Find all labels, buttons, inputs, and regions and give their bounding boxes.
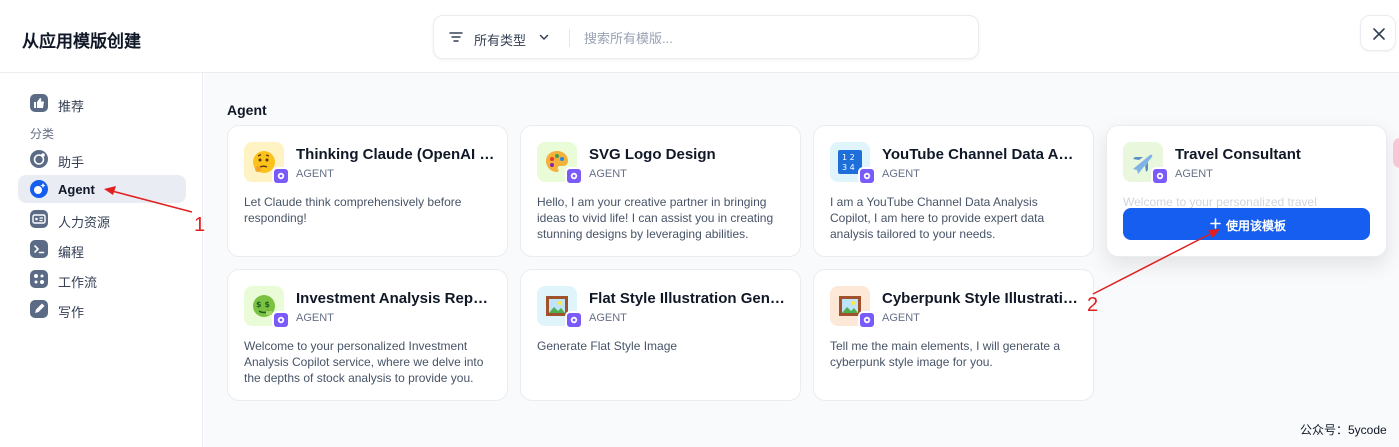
annotation-arrowhead-1 [104,186,116,195]
annotation-arrow-2 [1092,232,1213,295]
annotation-arrow-1 [111,190,193,213]
annotation-number-1: 1 [194,214,206,236]
annotation-arrows [104,186,1220,295]
annotation-number-2: 2 [1087,294,1099,316]
